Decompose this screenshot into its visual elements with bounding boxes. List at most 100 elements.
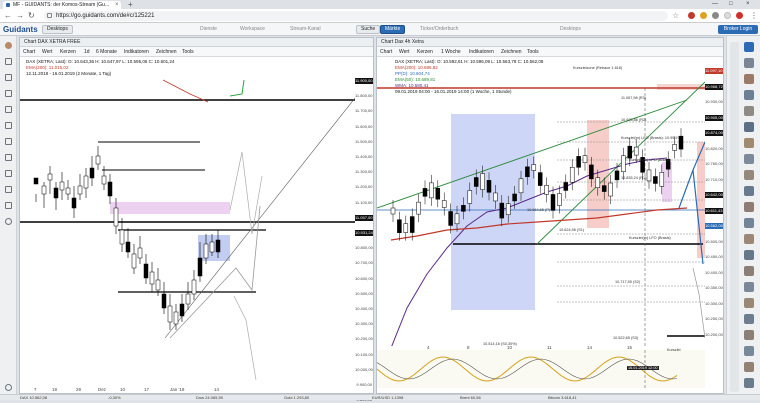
close-window-button[interactable]: ×	[746, 0, 750, 9]
broker-login-button[interactable]: Broker Login	[718, 25, 758, 34]
tool-indicators[interactable]: Indikatoren	[469, 48, 494, 56]
candle-body	[422, 188, 428, 197]
avatar[interactable]	[744, 90, 754, 100]
browser-tab-strip: MF - GUIDANTS: der Komos-Stream (Gu... ×…	[0, 0, 760, 9]
back-icon[interactable]: ←	[4, 11, 12, 21]
tool-tools[interactable]: Tools	[182, 48, 194, 56]
alarm-icon[interactable]	[5, 154, 12, 161]
avatar[interactable]	[744, 138, 754, 148]
avatar[interactable]	[744, 378, 754, 388]
ticker-item[interactable]: DAX 10.562,08	[20, 395, 47, 401]
candle-body	[569, 166, 575, 183]
extension-icon[interactable]	[700, 12, 707, 19]
price-label: 11.200,00	[355, 184, 373, 190]
candle-body	[614, 170, 620, 181]
tool-chart[interactable]: Chart	[23, 48, 35, 56]
tool-range[interactable]: 6 Monate	[96, 48, 117, 56]
menu-item-desktops[interactable]: Desktops	[560, 26, 581, 32]
avatar[interactable]	[744, 314, 754, 324]
price-label: 10.930,00	[705, 99, 723, 104]
ticker-item[interactable]: -0,30%	[108, 395, 121, 401]
calendar-icon[interactable]	[5, 170, 12, 177]
right-chart-canvas[interactable]	[377, 58, 705, 346]
avatar[interactable]	[744, 106, 754, 116]
ticker-item[interactable]: EUR/USD 1,1398	[372, 395, 403, 401]
extension-icon[interactable]	[724, 12, 731, 19]
avatar[interactable]	[744, 218, 754, 228]
price-label: 10.450,00	[705, 254, 723, 259]
new-tab-button[interactable]: +	[128, 0, 133, 9]
desktops-button[interactable]: Desktops	[42, 25, 73, 34]
markets-button[interactable]: Märkte	[380, 25, 406, 34]
menu-item-stream[interactable]: Stream-Kanal	[290, 26, 321, 32]
reload-icon[interactable]: ↻	[28, 11, 35, 21]
watchlist-icon[interactable]	[5, 122, 12, 129]
menu-item-workspace[interactable]: Workspace	[240, 26, 265, 32]
tool-tools[interactable]: Tools	[527, 48, 539, 56]
chat-icon[interactable]	[5, 74, 12, 81]
left-chart-canvas[interactable]	[20, 58, 355, 388]
chart-icon[interactable]	[5, 90, 12, 97]
news-icon[interactable]	[5, 106, 12, 113]
ticker-item[interactable]: Brent 60,56	[460, 395, 481, 401]
menu-item-services[interactable]: Dienste	[200, 26, 217, 32]
avatar[interactable]	[744, 362, 754, 372]
menu-item-ticker[interactable]: Ticker/Orderbuch	[420, 26, 458, 32]
avatar[interactable]	[744, 282, 754, 292]
tool-value[interactable]: Wert	[42, 48, 52, 56]
avatar[interactable]	[744, 122, 754, 132]
candle-body	[77, 185, 83, 195]
candle-body	[131, 253, 137, 269]
menu-icon[interactable]: ⋮	[750, 11, 758, 21]
settings-icon[interactable]	[5, 218, 12, 225]
tool-value[interactable]: Wert	[399, 48, 409, 56]
home-icon[interactable]	[5, 58, 12, 65]
screener-icon[interactable]	[5, 186, 12, 193]
tool-draw[interactable]: Zeichnen	[501, 48, 522, 56]
people-icon[interactable]	[5, 202, 12, 209]
tool-candles[interactable]: Kerzen	[417, 48, 433, 56]
extension-icon[interactable]	[688, 12, 695, 19]
avatar[interactable]	[744, 186, 754, 196]
tool-candles[interactable]: Kerzen	[60, 48, 76, 56]
tab-close-button[interactable]: ×	[115, 1, 119, 9]
tool-indicators[interactable]: Indikatoren	[124, 48, 149, 56]
ticker-item[interactable]: Bitcoin 3.618,41	[548, 395, 577, 401]
search-button[interactable]: Suche	[356, 25, 381, 34]
help-icon[interactable]	[5, 384, 12, 391]
ticker-item[interactable]: Gold 1.293,80	[284, 395, 309, 401]
avatar[interactable]	[744, 330, 754, 340]
avatar[interactable]	[744, 346, 754, 356]
price-label: 10.800,00	[355, 245, 373, 251]
tool-draw[interactable]: Zeichnen	[156, 48, 177, 56]
avatar[interactable]	[5, 42, 12, 49]
avatar[interactable]	[744, 42, 754, 52]
avatar[interactable]	[744, 74, 754, 84]
minimize-button[interactable]: —	[712, 0, 718, 9]
ticker-item[interactable]: Dow 24.065,59	[196, 395, 223, 401]
tool-interval[interactable]: 1d	[84, 48, 90, 56]
avatar[interactable]	[744, 58, 754, 68]
forward-icon[interactable]: →	[16, 11, 24, 21]
tool-range[interactable]: 1 Woche	[441, 48, 461, 56]
candle-body	[149, 271, 155, 285]
avatar[interactable]	[744, 202, 754, 212]
avatar[interactable]	[744, 266, 754, 276]
browser-tab[interactable]: MF - GUIDANTS: der Komos-Stream (Gu... ×	[3, 1, 121, 9]
candle-body	[155, 279, 161, 291]
avatar[interactable]	[744, 234, 754, 244]
extension-icon[interactable]	[712, 12, 719, 19]
avatar[interactable]	[744, 170, 754, 180]
avatar[interactable]	[744, 298, 754, 308]
profile-icon[interactable]	[736, 12, 743, 19]
price-label: 10.562,00	[705, 223, 723, 229]
avatar[interactable]	[744, 154, 754, 164]
star-icon[interactable]: ☆	[672, 11, 679, 21]
portfolio-icon[interactable]	[5, 138, 12, 145]
chart-annotation: 10.835,24 (R1)	[621, 176, 647, 180]
avatar[interactable]	[744, 250, 754, 260]
maximize-button[interactable]: □	[729, 0, 733, 9]
sidebar-scrollbar[interactable]	[730, 42, 739, 392]
address-bar[interactable]: https://go.guidants.com/de#c/125221	[44, 11, 668, 21]
tool-chart[interactable]: Chart	[380, 48, 392, 56]
